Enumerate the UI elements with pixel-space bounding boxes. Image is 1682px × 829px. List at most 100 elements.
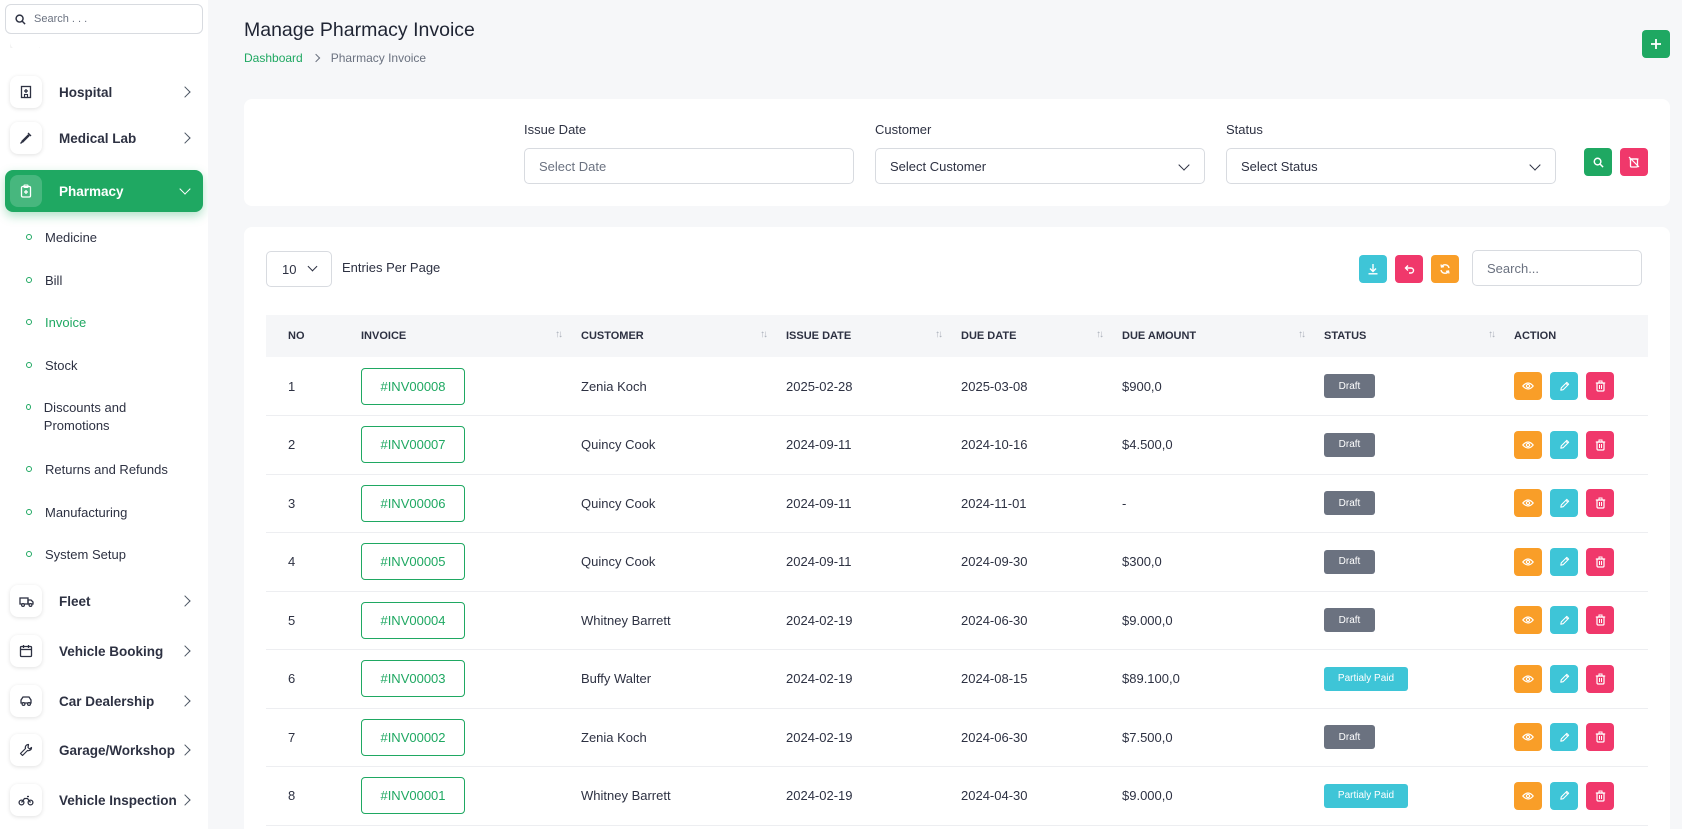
status-badge: Draft bbox=[1324, 491, 1375, 516]
edit-button[interactable] bbox=[1550, 723, 1578, 752]
issue-date-input[interactable]: Select Date bbox=[524, 148, 854, 184]
sidebar-item-partial bbox=[10, 34, 40, 48]
sidebar-search-input[interactable] bbox=[34, 13, 194, 25]
edit-button[interactable] bbox=[1550, 430, 1578, 459]
bullet-icon bbox=[26, 404, 31, 410]
cell-no: 3 bbox=[288, 495, 296, 511]
pencil-icon bbox=[1559, 557, 1569, 566]
entries-per-page-select[interactable]: 10 bbox=[266, 251, 332, 287]
column-header-due-amount[interactable]: DUE AMOUNT ↑↓ bbox=[1112, 315, 1314, 357]
status-badge: Draft bbox=[1324, 549, 1375, 574]
breadcrumb-dashboard-link[interactable]: Dashboard bbox=[244, 51, 303, 65]
column-header-status[interactable]: STATUS ↑↓ bbox=[1314, 315, 1504, 357]
view-button[interactable] bbox=[1514, 723, 1542, 752]
view-button[interactable] bbox=[1514, 547, 1542, 576]
submenu-item-medicine[interactable]: Medicine bbox=[20, 229, 200, 247]
column-header-action: ACTION bbox=[1514, 330, 1557, 342]
sidebar-item-medical-lab[interactable]: Medical Lab bbox=[5, 117, 203, 159]
invoice-number-button[interactable]: #INV00004 bbox=[361, 601, 465, 639]
sidebar-item-vehicle-inspection[interactable]: Vehicle Inspection bbox=[5, 779, 203, 821]
table-row: 4 #INV00005 Quincy Cook 2024-09-11 2024-… bbox=[266, 533, 1648, 591]
view-button[interactable] bbox=[1514, 664, 1542, 693]
submenu-label: Manufacturing bbox=[45, 505, 128, 520]
cell-due-amount: $7.500,0 bbox=[1122, 729, 1173, 745]
invoice-number-button[interactable]: #INV00001 bbox=[361, 777, 465, 815]
refresh-button[interactable] bbox=[1431, 255, 1459, 283]
edit-button[interactable] bbox=[1550, 781, 1578, 810]
invoice-number-button[interactable]: #INV00002 bbox=[361, 718, 465, 756]
edit-button[interactable] bbox=[1550, 489, 1578, 518]
eye-icon bbox=[1522, 499, 1534, 507]
clear-filter-button[interactable] bbox=[1620, 148, 1648, 176]
sidebar-item-vehicle-booking[interactable]: Vehicle Booking bbox=[5, 630, 203, 672]
invoice-number-button[interactable]: #INV00003 bbox=[361, 660, 465, 698]
submenu-item-discounts[interactable]: Discounts and Promotions bbox=[20, 399, 150, 435]
cell-customer: Quincy Cook bbox=[581, 437, 656, 453]
cell-issue-date: 2024-02-19 bbox=[786, 729, 853, 745]
eye-icon bbox=[1522, 382, 1534, 390]
submenu-item-bill[interactable]: Bill bbox=[20, 272, 200, 290]
sidebar-item-pharmacy[interactable]: Pharmacy bbox=[5, 170, 203, 212]
submenu-item-invoice[interactable]: Invoice bbox=[20, 314, 200, 332]
cell-due-amount: $4.500,0 bbox=[1122, 437, 1173, 453]
view-button[interactable] bbox=[1514, 781, 1542, 810]
edit-button[interactable] bbox=[1550, 547, 1578, 576]
submenu-item-manufacturing[interactable]: Manufacturing bbox=[20, 504, 200, 522]
submenu-item-returns[interactable]: Returns and Refunds bbox=[20, 461, 200, 479]
pencil-icon bbox=[1559, 381, 1569, 391]
invoice-table-card: 10 Entries Per Page NO INVOICE↑↓ CUSTOME… bbox=[244, 227, 1670, 829]
invoice-number-button[interactable]: #INV00006 bbox=[361, 484, 465, 522]
sidebar-item-garage-workshop[interactable]: Garage/Workshop bbox=[5, 729, 203, 771]
trash-icon bbox=[1595, 380, 1605, 392]
delete-button[interactable] bbox=[1586, 606, 1614, 635]
view-button[interactable] bbox=[1514, 606, 1542, 635]
submenu-item-system-setup[interactable]: System Setup bbox=[20, 546, 200, 564]
column-header-due-date[interactable]: DUE DATE ↑↓ bbox=[951, 315, 1112, 357]
invoice-number-button[interactable]: #INV00008 bbox=[361, 367, 465, 405]
submenu-item-stock[interactable]: Stock bbox=[20, 357, 200, 375]
delete-button[interactable] bbox=[1586, 781, 1614, 810]
status-label: Status bbox=[1226, 122, 1263, 137]
sidebar-item-hospital[interactable]: Hospital bbox=[5, 71, 203, 113]
cell-no: 6 bbox=[288, 671, 296, 687]
delete-button[interactable] bbox=[1586, 489, 1614, 518]
cell-due-amount: $89.100,0 bbox=[1122, 671, 1180, 687]
delete-button[interactable] bbox=[1586, 664, 1614, 693]
view-button[interactable] bbox=[1514, 489, 1542, 518]
invoice-number-button[interactable]: #INV00007 bbox=[361, 426, 465, 464]
cell-due-date: 2024-11-01 bbox=[961, 495, 1027, 511]
column-header-customer[interactable]: CUSTOMER ↑↓ bbox=[571, 315, 776, 357]
chevron-right-icon bbox=[179, 132, 191, 144]
view-button[interactable] bbox=[1514, 372, 1542, 400]
delete-button[interactable] bbox=[1586, 372, 1614, 400]
view-button[interactable] bbox=[1514, 430, 1542, 459]
column-header-issue-date[interactable]: ISSUE DATE ↑↓ bbox=[776, 315, 951, 357]
edit-button[interactable] bbox=[1550, 664, 1578, 693]
sidebar-item-label: Garage/Workshop bbox=[59, 742, 176, 758]
customer-select[interactable]: Select Customer bbox=[875, 148, 1205, 184]
undo-button[interactable] bbox=[1395, 255, 1423, 283]
edit-button[interactable] bbox=[1550, 606, 1578, 635]
sidebar-item-label: Hospital bbox=[59, 84, 113, 100]
export-button[interactable] bbox=[1359, 255, 1387, 283]
sidebar-search[interactable] bbox=[5, 4, 203, 34]
apply-filter-button[interactable] bbox=[1584, 148, 1612, 176]
add-invoice-button[interactable] bbox=[1642, 30, 1670, 58]
table-search-input[interactable] bbox=[1472, 250, 1642, 286]
cell-due-amount: $9.000,0 bbox=[1122, 788, 1173, 804]
submenu-label: Bill bbox=[45, 273, 63, 288]
status-select[interactable]: Select Status bbox=[1226, 148, 1556, 184]
sidebar-item-fleet[interactable]: Fleet bbox=[5, 580, 203, 622]
undo-icon bbox=[1404, 265, 1415, 274]
calendar-icon bbox=[10, 635, 42, 667]
sidebar-item-label: Medical Lab bbox=[59, 130, 137, 146]
sidebar-item-car-dealership[interactable]: Car Dealership bbox=[5, 680, 203, 722]
column-header-invoice[interactable]: INVOICE ↑↓ bbox=[346, 315, 571, 357]
delete-button[interactable] bbox=[1586, 547, 1614, 576]
delete-button[interactable] bbox=[1586, 430, 1614, 459]
customer-select-value: Select Customer bbox=[890, 158, 987, 174]
delete-button[interactable] bbox=[1586, 723, 1614, 752]
edit-button[interactable] bbox=[1550, 372, 1578, 400]
invoice-number-button[interactable]: #INV00005 bbox=[361, 543, 465, 581]
cell-due-date: 2024-06-30 bbox=[961, 729, 1028, 745]
